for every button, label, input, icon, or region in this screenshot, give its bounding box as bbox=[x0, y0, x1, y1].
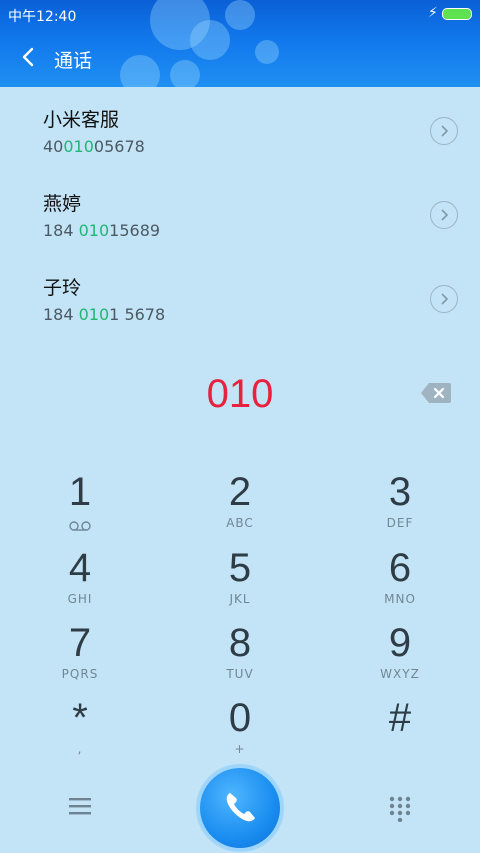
contact-item[interactable]: 子玲 184 0101 5678 bbox=[0, 273, 480, 357]
status-time: 中午12:40 bbox=[8, 9, 77, 25]
contact-number: 184 0101 5678 bbox=[43, 305, 166, 324]
key-6[interactable]: 6 MNO bbox=[330, 546, 470, 618]
key-1[interactable]: 1 bbox=[10, 470, 150, 542]
key-5[interactable]: 5 JKL bbox=[170, 546, 310, 618]
chevron-right-icon[interactable] bbox=[430, 201, 458, 229]
key-4[interactable]: 4 GHI bbox=[10, 546, 150, 618]
key-0[interactable]: 0 + bbox=[170, 696, 310, 768]
contact-item[interactable]: 小米客服 4001005678 bbox=[0, 105, 480, 189]
phone-icon bbox=[226, 793, 255, 822]
contact-number: 184 01015689 bbox=[43, 221, 161, 240]
contact-name: 子玲 bbox=[43, 277, 82, 299]
key-9[interactable]: 9 WXYZ bbox=[330, 621, 470, 693]
key-7[interactable]: 7 PQRS bbox=[10, 621, 150, 693]
dialpad-icon[interactable] bbox=[388, 796, 412, 826]
key-8[interactable]: 8 TUV bbox=[170, 621, 310, 693]
battery-icon bbox=[442, 8, 472, 20]
call-button[interactable] bbox=[200, 768, 280, 848]
key-3[interactable]: 3 DEF bbox=[330, 470, 470, 542]
chevron-right-icon[interactable] bbox=[430, 117, 458, 145]
backspace-icon[interactable] bbox=[420, 381, 452, 409]
chevron-right-icon[interactable] bbox=[430, 285, 458, 313]
contact-name: 燕婷 bbox=[43, 193, 82, 215]
contact-item[interactable]: 燕婷 184 01015689 bbox=[0, 189, 480, 273]
contact-name: 小米客服 bbox=[43, 109, 120, 131]
key-2[interactable]: 2 ABC bbox=[170, 470, 310, 542]
charging-icon: ⚡ bbox=[428, 5, 438, 21]
key-star[interactable]: *, bbox=[10, 696, 150, 768]
back-icon[interactable] bbox=[18, 46, 40, 68]
header-banner: 中午12:40 ⚡ 通话 bbox=[0, 0, 480, 87]
menu-icon[interactable] bbox=[68, 796, 92, 820]
contact-number: 4001005678 bbox=[43, 137, 145, 156]
voicemail-icon bbox=[10, 516, 150, 535]
dial-input-display[interactable]: 010 bbox=[0, 372, 480, 417]
key-hash[interactable]: # bbox=[330, 696, 470, 768]
page-title: 通话 bbox=[54, 50, 93, 72]
status-bar: 中午12:40 ⚡ bbox=[0, 0, 480, 28]
